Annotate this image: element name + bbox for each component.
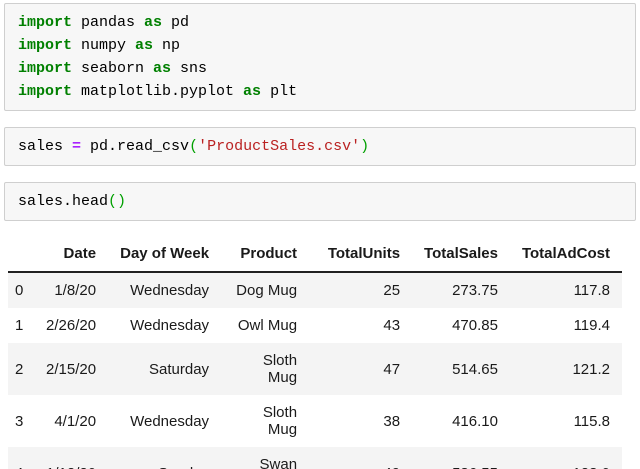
code-token: sales xyxy=(18,138,73,155)
column-header: TotalSales xyxy=(412,239,510,273)
code-token: sns xyxy=(171,60,208,77)
code-token: ) xyxy=(360,138,370,155)
code-token: seaborn xyxy=(72,60,154,77)
code-cell-head[interactable]: sales.head() xyxy=(4,182,636,221)
table-cell: Wednesday xyxy=(130,317,210,334)
table-cell: 536.55 xyxy=(412,447,510,469)
code-token: matplotlib.pyplot xyxy=(72,83,244,100)
table-cell: 416.10 xyxy=(452,412,498,430)
table-cell: Sloth Mug xyxy=(262,352,298,386)
code-read-csv: sales = pd.read_csv('ProductSales.csv') xyxy=(18,135,625,158)
table-row: 0 1/8/20 Wednesday Dog Mug 25 273.75 117.8 xyxy=(8,272,623,308)
code-token: pandas xyxy=(72,14,145,31)
code-token: numpy xyxy=(72,37,136,54)
table-cell: 25 xyxy=(383,282,401,299)
table-header-row: Date Day of Week Product TotalUnits TotalSal… xyxy=(8,239,623,273)
table-cell: 514.65 xyxy=(452,360,498,378)
dataframe-table: Date Day of Week Product TotalUnits TotalSal… xyxy=(8,239,623,469)
column-header: TotalUnits xyxy=(309,239,413,273)
table-cell: 470.85 xyxy=(452,317,498,334)
table-cell: Sloth Mug xyxy=(262,404,298,438)
table-row: 3 4/1/20 Wednesday Sloth Mug 38 416.10 115.8 xyxy=(8,395,623,447)
table-cell: Sunday xyxy=(108,447,221,469)
table-cell: 1/8/20 xyxy=(54,282,97,299)
dataframe-output: Date Day of Week Product TotalUnits TotalSal… xyxy=(4,239,636,469)
table-body: 0 1/8/20 Wednesday Dog Mug 25 273.75 117.8 1 2/2… xyxy=(8,272,623,469)
index-column-header xyxy=(8,239,34,273)
code-token: import xyxy=(18,14,73,31)
column-header: Date xyxy=(34,239,109,273)
code-token: ) xyxy=(117,193,127,210)
table-row: 41/12/20Sunday Swan Mug 49536.55123.0 xyxy=(8,447,623,469)
table-cell: Owl Mug xyxy=(237,317,298,334)
table-cell: 47 xyxy=(383,360,401,378)
code-token: import xyxy=(18,83,73,100)
table-cell: 38 xyxy=(383,412,401,430)
code-token: ( xyxy=(189,138,199,155)
table-cell: Wednesday xyxy=(130,282,210,299)
table-cell: 1/12/20 xyxy=(34,447,108,469)
table-cell: 121.2 xyxy=(572,360,611,378)
row-index: 3 xyxy=(15,412,24,430)
code-token: as xyxy=(243,83,262,100)
row-index: 1 xyxy=(15,317,24,334)
table-cell: 4/1/20 xyxy=(54,412,97,430)
table-cell: 2/26/20 xyxy=(46,317,97,334)
code-token: import xyxy=(18,37,73,54)
code-head: sales.head() xyxy=(18,190,625,213)
code-token: plt xyxy=(261,83,298,100)
row-index: 2 xyxy=(15,360,24,378)
table-cell: 49 xyxy=(309,447,412,469)
table-cell: 123.0 xyxy=(510,447,622,469)
code-token: import xyxy=(18,60,73,77)
row-index: 0 xyxy=(15,282,24,299)
table-cell: 43 xyxy=(383,317,401,334)
row-index: 4 xyxy=(8,447,34,469)
table-cell: Swan Mug xyxy=(259,456,298,469)
code-token: pd.read_csv xyxy=(81,138,190,155)
table-cell: 2/15/20 xyxy=(46,360,97,378)
code-token: as xyxy=(144,14,163,31)
table-cell: Wednesday xyxy=(130,412,210,430)
table-cell: 119.4 xyxy=(573,317,611,334)
code-imports: import pandas as pd import numpy as np i… xyxy=(18,11,625,103)
code-cell-read-csv[interactable]: sales = pd.read_csv('ProductSales.csv') xyxy=(4,127,636,166)
column-header: Product xyxy=(221,239,310,273)
code-token: as xyxy=(135,37,154,54)
code-cell-imports[interactable]: import pandas as pd import numpy as np i… xyxy=(4,3,636,111)
table-row: 1 2/26/20 Wednesday Owl Mug 43 470.85 119.4 xyxy=(8,308,623,343)
code-token: ( xyxy=(108,193,118,210)
column-header: TotalAdCost xyxy=(509,239,623,273)
notebook: import pandas as pd import numpy as np i… xyxy=(0,0,640,469)
code-token: as xyxy=(153,60,172,77)
code-token: 'ProductSales.csv' xyxy=(198,138,361,155)
code-token: sales.head xyxy=(18,193,109,210)
code-token: pd xyxy=(162,14,190,31)
table-cell: Saturday xyxy=(149,360,210,378)
table-row: 2 2/15/20 Saturday Sloth Mug 47 514.65 121.2 xyxy=(8,343,623,395)
table-cell: Dog Mug xyxy=(236,282,298,299)
code-token: np xyxy=(153,37,181,54)
table-cell: 117.8 xyxy=(573,282,611,299)
code-token: = xyxy=(72,138,82,155)
table-cell: 115.8 xyxy=(573,412,611,430)
table-cell: 273.75 xyxy=(452,282,498,299)
column-header: Day of Week xyxy=(108,239,222,273)
